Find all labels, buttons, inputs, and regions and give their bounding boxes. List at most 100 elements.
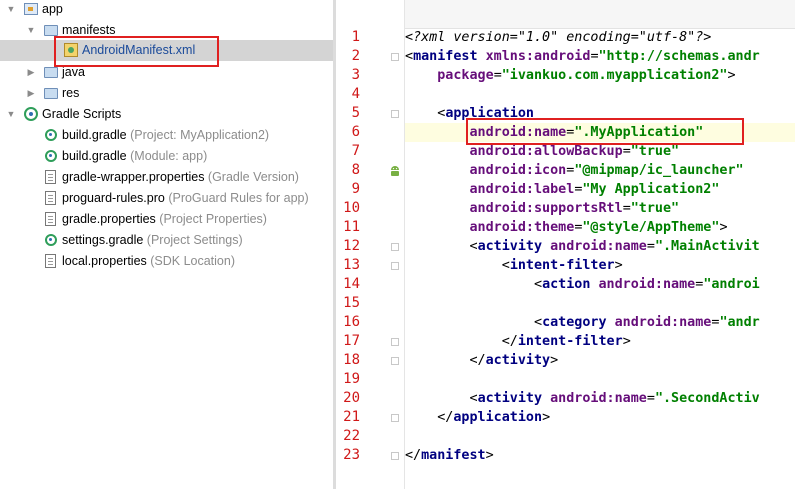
code-line[interactable]: package="ivankuo.com.myapplication2"> [405, 66, 736, 85]
fold-toggle-icon[interactable] [391, 414, 399, 422]
code-token-punct [405, 144, 470, 159]
code-token-punct: = [590, 49, 599, 64]
code-token-attr: android:icon [469, 163, 567, 178]
tree-item-hint: (Project Properties) [155, 212, 267, 226]
tree-item[interactable]: ▼ manifests [0, 20, 333, 41]
tree-item-hint: (Module: app) [126, 149, 208, 163]
tree-item-label: app [42, 2, 63, 16]
code-token-val: "@style/AppTheme" [582, 220, 720, 235]
code-token-punct: < [405, 49, 414, 64]
code-token-punct: > [727, 68, 736, 83]
code-token-val: ".SecondActiv [654, 391, 760, 406]
code-line[interactable]: android:theme="@style/AppTheme"> [405, 218, 728, 237]
code-token-punct: < [405, 258, 510, 273]
tree-item[interactable]: gradle.properties (Project Properties) [0, 209, 333, 230]
tree-item-hint: (Project: MyApplication2) [126, 128, 270, 142]
fold-toggle-icon[interactable] [391, 110, 399, 118]
code-line[interactable]: </application> [405, 408, 550, 427]
line-number: 4 [351, 86, 360, 102]
expand-arrow-icon[interactable]: ▼ [6, 104, 16, 125]
code-line[interactable]: android:supportsRtl="true" [405, 199, 680, 218]
tree-item[interactable]: ▼ app [0, 0, 333, 20]
tree-item[interactable]: local.properties (SDK Location) [0, 251, 333, 272]
code-token-punct: = [622, 201, 631, 216]
line-number: 14 [343, 276, 360, 292]
fold-toggle-icon[interactable] [391, 452, 399, 460]
code-line[interactable]: <intent-filter> [405, 256, 623, 275]
code-token-tag: manifest [421, 448, 486, 463]
code-editor[interactable]: 1 2 3 4 5 6 7 8 9 10 11 12 13 14 15 16 17 18 19 20 21 22 23 <?… [336, 0, 795, 489]
code-token-punct: = [646, 391, 655, 406]
fold-toggle-icon[interactable] [391, 53, 399, 61]
folder-icon [44, 65, 58, 79]
properties-file-icon [44, 254, 58, 268]
code-line[interactable]: <application [405, 104, 534, 123]
code-line[interactable]: android:name=".MyApplication" [405, 123, 704, 142]
code-token-tag: application [445, 106, 534, 121]
code-line[interactable]: </activity> [405, 351, 558, 370]
line-number: 22 [343, 428, 360, 444]
tree-item-label: Gradle Scripts [42, 107, 122, 121]
code-token-punct: </ [405, 353, 486, 368]
code-token-punct [405, 125, 470, 140]
tree-item-label: java [62, 65, 85, 79]
line-number: 13 [343, 257, 360, 273]
line-number: 11 [343, 219, 360, 235]
tree-item-label: settings.gradle (Project Settings) [62, 233, 243, 247]
tree-item[interactable]: settings.gradle (Project Settings) [0, 230, 333, 251]
tree-item[interactable]: AndroidManifest.xml [0, 40, 333, 61]
tree-item[interactable]: ▼ Gradle Scripts [0, 104, 333, 125]
code-token-attr: android:name [614, 315, 712, 330]
code-line[interactable]: <manifest xmlns:android="http://schemas.… [405, 47, 760, 66]
code-token-punct: < [405, 106, 446, 121]
expand-arrow-icon[interactable]: ▼ [26, 20, 36, 41]
code-token-punct: > [719, 220, 728, 235]
tree-item[interactable]: gradle-wrapper.properties (Gradle Versio… [0, 167, 333, 188]
code-token-punct [405, 68, 437, 83]
tree-item[interactable]: proguard-rules.pro (ProGuard Rules for a… [0, 188, 333, 209]
line-number: 2 [351, 48, 360, 64]
fold-toggle-icon[interactable] [391, 357, 399, 365]
code-token-tag: action [542, 277, 599, 292]
fold-toggle-icon[interactable] [391, 338, 399, 346]
fold-toggle-icon[interactable] [391, 262, 399, 270]
tree-item-hint: (ProGuard Rules for app) [164, 191, 309, 205]
line-number: 15 [343, 295, 360, 311]
code-token-attr: android:name [550, 391, 647, 406]
android-icon[interactable] [389, 164, 401, 176]
fold-toggle-icon[interactable] [391, 243, 399, 251]
code-line[interactable]: <action android:name="androi [405, 275, 760, 294]
tree-item[interactable]: ▶ java [0, 62, 333, 83]
code-token-val: "My Application2" [582, 182, 720, 197]
code-line[interactable]: android:label="My Application2" [405, 180, 720, 199]
tree-item[interactable]: build.gradle (Project: MyApplication2) [0, 125, 333, 146]
code-token-attr: android:label [469, 182, 575, 197]
code-area[interactable]: <?xml version="1.0" encoding="utf-8"?> <m… [405, 0, 795, 489]
line-number: 17 [343, 333, 360, 349]
code-line[interactable]: android:allowBackup="true" [405, 142, 680, 161]
code-line[interactable]: </intent-filter> [405, 332, 631, 351]
properties-file-icon [44, 212, 58, 226]
code-token-attr: android:theme [469, 220, 575, 235]
code-line[interactable]: <activity android:name=".SecondActiv [405, 389, 760, 408]
collapse-arrow-icon[interactable]: ▶ [26, 83, 36, 104]
code-token-punct [405, 163, 470, 178]
tree-item[interactable]: ▶ res [0, 83, 333, 104]
code-token-val: "ivankuo.com.myapplication2" [501, 68, 728, 83]
code-token-punct [405, 201, 470, 216]
code-line[interactable]: <category android:name="andr [405, 313, 760, 332]
code-line[interactable]: android:icon="@mipmap/ic_launcher" [405, 161, 744, 180]
collapse-arrow-icon[interactable]: ▶ [26, 62, 36, 83]
code-token-attr: android:name [550, 239, 647, 254]
code-line[interactable]: <activity android:name=".MainActivit [405, 237, 759, 256]
code-line[interactable]: <?xml version="1.0" encoding="utf-8"?> [405, 28, 711, 47]
code-line[interactable]: </manifest> [405, 446, 494, 465]
line-number: 3 [351, 67, 360, 83]
code-token-val: "true" [630, 201, 680, 216]
tree-item-label: build.gradle (Module: app) [62, 149, 208, 163]
code-token-punct: </ [405, 448, 422, 463]
code-token-attr: android:name [469, 125, 567, 140]
tree-item[interactable]: build.gradle (Module: app) [0, 146, 333, 167]
expand-arrow-icon[interactable]: ▼ [6, 0, 16, 20]
tree-item-hint: (Gradle Version) [204, 170, 299, 184]
